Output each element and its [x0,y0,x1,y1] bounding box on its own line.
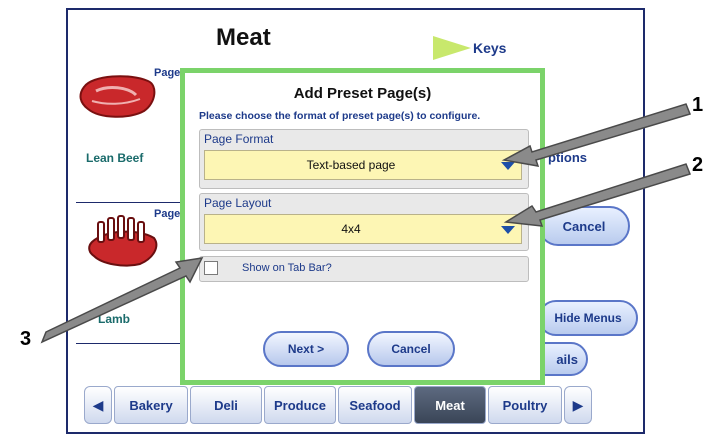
callout-arrow-3 [40,257,204,344]
callout-arrow-1 [501,103,692,167]
callout-arrows [40,103,692,344]
callout-number-3: 3 [20,328,32,350]
callout-number-2: 2 [692,154,704,176]
callout-number-1: 1 [692,94,704,116]
callout-arrow-2 [503,163,691,227]
